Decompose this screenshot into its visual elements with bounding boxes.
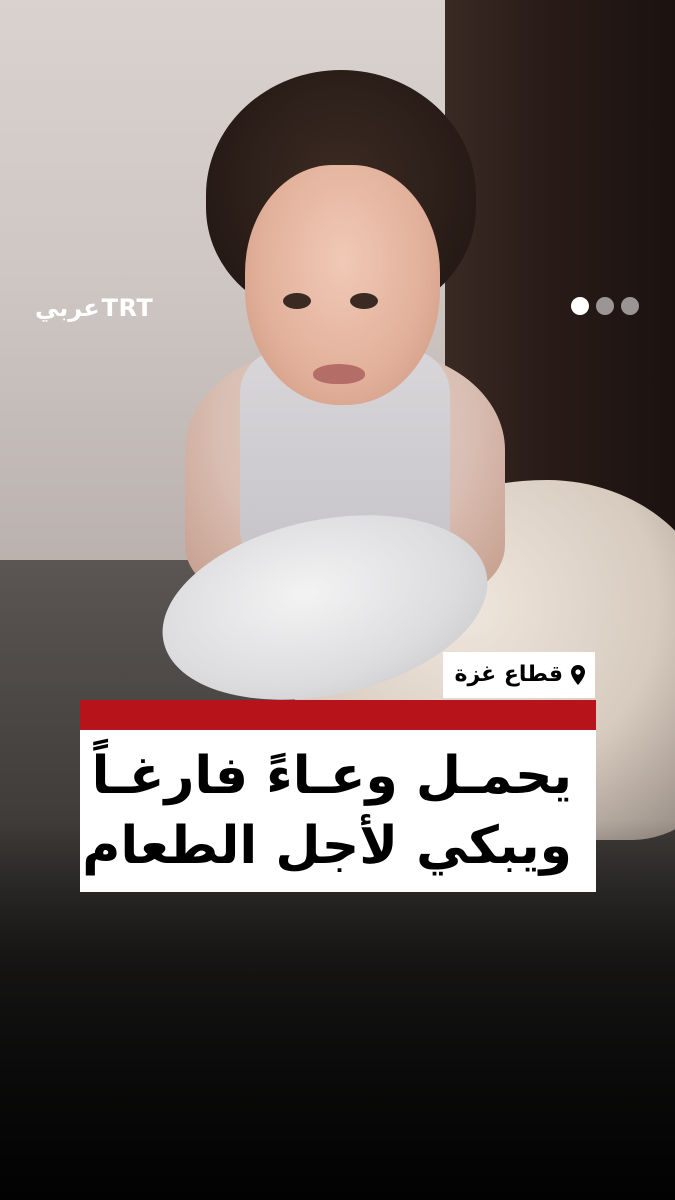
location-text: قطاع غزة <box>454 662 564 687</box>
headline-line-2: ويبكي لأجل الطعام <box>82 816 572 876</box>
carousel-dot-3[interactable] <box>621 297 639 315</box>
location-label: قطاع غزة <box>442 652 595 698</box>
carousel-dot-1[interactable] <box>571 297 589 315</box>
child-eye-left <box>283 293 311 309</box>
child-mouth <box>313 364 365 384</box>
headline-line-1: يحمـل وعـاءً فارغـاً <box>91 746 572 806</box>
headline-accent-bar <box>80 700 596 730</box>
carousel-indicator <box>571 297 639 315</box>
story-frame: عربي TRT قطاع غزة يحمـل وعـاءً فارغـاً و… <box>0 0 675 1200</box>
location-pin-icon <box>571 665 585 685</box>
brand-latin: TRT <box>101 294 154 322</box>
child-eye-right <box>350 293 378 309</box>
brand-arabic: عربي <box>35 294 100 322</box>
headline-box: يحمـل وعـاءً فارغـاً ويبكي لأجل الطعام <box>80 730 596 892</box>
trt-arabi-logo: عربي TRT <box>35 292 153 324</box>
background-photo <box>0 0 675 1200</box>
carousel-dot-2[interactable] <box>596 297 614 315</box>
